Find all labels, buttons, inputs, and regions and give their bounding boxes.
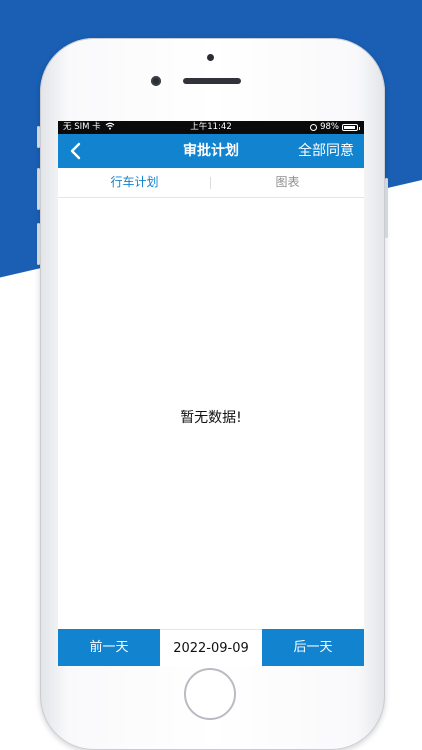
tab-driving-plan[interactable]: 行车计划: [58, 168, 211, 197]
front-camera: [151, 76, 161, 86]
mute-switch: [37, 126, 40, 148]
content-area: 暂无数据!: [58, 198, 364, 628]
status-right: 98%: [310, 121, 360, 134]
tab-chart[interactable]: 图表: [211, 168, 364, 197]
screen: 无 SIM 卡 上午11:42 98% 审批计划 全部同意 行车计划 图表 暂无…: [58, 121, 364, 666]
tab-divider: [210, 177, 211, 189]
power-button: [385, 178, 388, 238]
home-button[interactable]: [184, 668, 236, 720]
tab-bar: 行车计划 图表: [58, 168, 364, 198]
battery-percent: 98%: [320, 122, 339, 132]
orientation-lock-icon: [310, 124, 318, 131]
status-bar: 无 SIM 卡 上午11:42 98%: [58, 121, 364, 134]
date-display[interactable]: 2022-09-09: [160, 629, 262, 666]
front-sensor: [207, 54, 214, 61]
next-day-button[interactable]: 后一天: [262, 629, 364, 666]
battery-icon: [342, 124, 360, 131]
empty-message: 暂无数据!: [180, 410, 242, 426]
volume-down-button: [37, 223, 40, 265]
date-nav-bar: 前一天 2022-09-09 后一天: [58, 629, 364, 666]
earpiece-speaker: [183, 78, 241, 84]
prev-day-button[interactable]: 前一天: [58, 629, 160, 666]
volume-up-button: [37, 168, 40, 210]
nav-bar: 审批计划 全部同意: [58, 134, 364, 168]
approve-all-button[interactable]: 全部同意: [298, 134, 354, 168]
